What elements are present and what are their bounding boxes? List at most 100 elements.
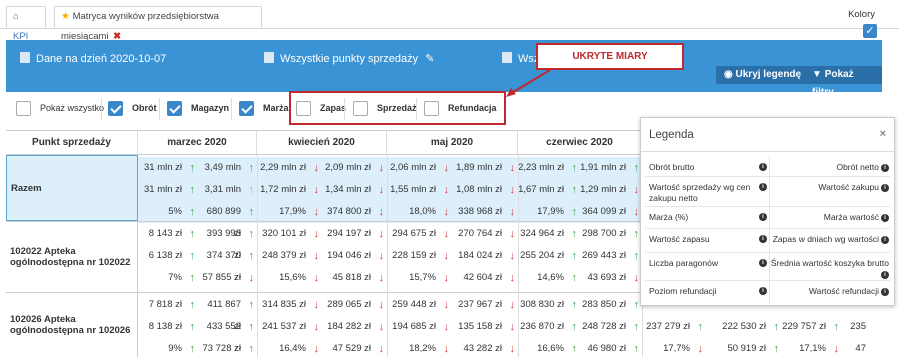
cell-value: 294 197 zł	[327, 228, 371, 239]
show-all-label: Pokaż wszystko	[40, 103, 105, 113]
show-all-toggle[interactable]: Pokaż wszystko	[16, 100, 104, 118]
edit-icon[interactable]: ✎	[425, 53, 434, 65]
info-icon[interactable]: i	[759, 183, 767, 191]
cell-value: 31 mln zł	[143, 184, 182, 195]
arrow-up-icon: ↑	[633, 299, 640, 311]
store-row-label[interactable]: 102026 Apteka ogólnodostępna nr 102026	[6, 292, 138, 357]
star-icon[interactable]: ★	[61, 11, 70, 22]
arrow-down-icon: ↓	[443, 184, 450, 196]
eye-icon: ◉	[724, 69, 733, 80]
header-store: Punkt sprzedaży	[6, 131, 138, 155]
legend-entry: Wartość zakupu i	[769, 182, 889, 193]
cell-value: 237 967 zł	[458, 299, 502, 310]
info-icon[interactable]: i	[759, 287, 767, 295]
cell-value: 2,23 mln zł	[518, 162, 564, 173]
legend-panel: Legenda × Obrót brutto i Obrót netto i Warto…	[640, 117, 895, 306]
info-icon[interactable]: i	[759, 163, 767, 171]
arrow-down-icon: ↓	[443, 162, 450, 174]
arrow-down-icon: ↓	[313, 250, 320, 262]
arrow-up-icon: ↑	[189, 299, 196, 311]
legend-entry-label: Wartość zapasu	[649, 234, 710, 244]
arrow-up-icon: ↑	[248, 228, 255, 240]
marza-checkbox[interactable]	[239, 101, 254, 117]
cell-value: 17,9%	[537, 206, 564, 217]
table-cell: 259 448 zł ↓	[387, 294, 452, 316]
table-cell: 241 537 zł ↓	[257, 316, 322, 338]
legend-entry: Marża wartość i	[769, 212, 889, 223]
stores-info[interactable]: Wszystkie punkty sprzedaży ✎	[264, 52, 434, 65]
hide-legend-button[interactable]: ◉ Ukryj legendę	[716, 66, 810, 84]
cell-value: 73 728 zł	[202, 343, 241, 354]
info-icon[interactable]: i	[881, 288, 889, 296]
arrow-down-icon: ↓	[443, 250, 450, 262]
table-cell: 680 899 zł ↑	[198, 201, 257, 239]
info-icon[interactable]: i	[881, 184, 889, 192]
arrow-down-icon: ↓	[313, 299, 320, 311]
table-cell: 1,55 mln zł ↓	[387, 179, 452, 201]
cell-value: 7%	[168, 272, 182, 283]
cell-value: 18,2%	[409, 343, 436, 354]
arrow-down-icon: ↓	[509, 272, 516, 284]
arrow-down-icon: ↓	[313, 206, 320, 218]
cell-value: 17,1%	[799, 343, 826, 354]
total-row-label[interactable]: Razem	[6, 155, 138, 221]
cell-value: 298 700 zł	[582, 228, 626, 239]
obrot-label: Obrót	[132, 103, 157, 113]
tab-matrix-label: Matryca wyników przedsiębiorstwa miesiąc…	[61, 11, 219, 42]
close-icon[interactable]: ×	[880, 128, 886, 140]
cell-value: 1,55 mln zł	[390, 184, 436, 195]
info-icon[interactable]: i	[759, 259, 767, 267]
table-cell: 9% ↑	[138, 338, 198, 357]
partial-info: Wsz	[502, 52, 539, 65]
info-icon[interactable]: i	[759, 213, 767, 221]
table-cell: 8 138 zł ↑	[138, 316, 198, 338]
info-icon[interactable]: i	[881, 271, 889, 279]
tab-kpi[interactable]: ⌂ KPI	[6, 6, 46, 42]
divider	[101, 98, 102, 120]
table-cell: 314 835 zł ↓	[257, 294, 322, 316]
legend-entry-label: Wartość refundacji	[808, 286, 879, 296]
legend-entry: Poziom refundacji i	[649, 286, 767, 297]
store-row-label[interactable]: 102022 Apteka ogólnodostępna nr 102022	[6, 221, 138, 292]
magazyn-checkbox[interactable]	[167, 101, 182, 117]
header-month: czerwiec 2020	[518, 131, 642, 155]
measure-obrot[interactable]: Obrót	[108, 100, 157, 118]
tab-matrix[interactable]: ★ Matryca wyników przedsiębiorstwa miesi…	[54, 6, 262, 42]
info-icon[interactable]: i	[759, 235, 767, 243]
cell-value: 45 818 zł	[332, 272, 371, 283]
legend-entry-label: Zapas w dniach wg wartości	[772, 234, 879, 244]
table-cell: 3,49 mln zł↑	[198, 157, 257, 195]
legend-entry-label: Obrót netto	[836, 162, 879, 172]
cell-value: 236 870 zł	[520, 321, 564, 332]
arrow-down-icon: ↓	[378, 343, 385, 355]
info-icon[interactable]: i	[881, 214, 889, 222]
measure-magazyn[interactable]: Magazyn	[167, 100, 229, 118]
arrow-up-icon: ↑	[571, 299, 578, 311]
show-filters-button[interactable]: ▼ Pokaż filtry	[804, 66, 882, 98]
date-info: Dane na dzień 2020-10-07	[20, 52, 166, 65]
table-cell: 16,4% ↓	[257, 338, 322, 357]
cell-value: 1,89 mln zł	[456, 162, 502, 173]
info-icon[interactable]: i	[881, 164, 889, 172]
arrow-down-icon: ↓	[378, 299, 385, 311]
measure-marza[interactable]: Marża	[239, 100, 289, 118]
cell-value: 47 529 zł	[332, 343, 371, 354]
table-cell: 31 mln zł ↑	[138, 179, 198, 201]
arrow-up-icon: ↑	[189, 206, 196, 218]
table-cell: 308 830 zł ↑	[518, 294, 580, 316]
building-icon	[264, 52, 274, 63]
legend-row-divider	[645, 280, 890, 281]
show-all-checkbox[interactable]	[16, 101, 31, 117]
kolory-label: Kolory	[848, 9, 875, 20]
cell-value: 8 143 zł	[148, 228, 182, 239]
info-icon[interactable]: i	[881, 236, 889, 244]
cell-value: 2,29 mln zł	[260, 162, 306, 173]
kolory-checkbox[interactable]: ✓	[863, 24, 877, 38]
obrot-checkbox[interactable]	[108, 101, 123, 117]
table-cell: 298 700 zł ↑	[580, 223, 642, 245]
cell-value: 31 mln zł	[143, 162, 182, 173]
table-cell: 8 143 zł ↑	[138, 223, 198, 245]
table-cell: 184 282 zł ↓	[322, 316, 387, 338]
table-cell: 15,7% ↓	[387, 267, 452, 289]
cell-value: 269 443 zł	[582, 250, 626, 261]
